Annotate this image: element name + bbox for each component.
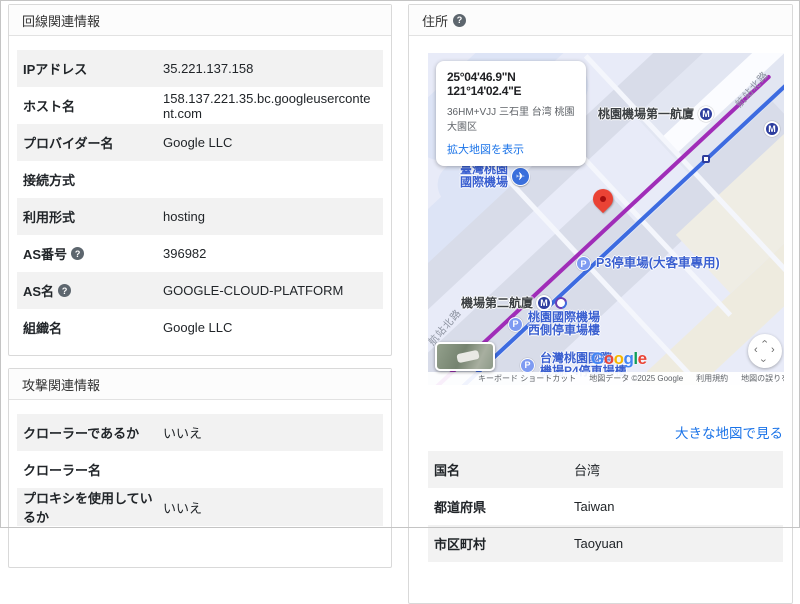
arrow-right-icon: › [771, 345, 775, 356]
table-row: 利用形式 hosting [17, 198, 383, 235]
poi-label: 臺灣桃園 國際機場 [460, 163, 508, 189]
satellite-view-thumbnail[interactable] [435, 342, 495, 371]
row-label: 市区町村 [428, 534, 574, 553]
line-info-header: 回線関連情報 [9, 5, 391, 36]
terms-link[interactable]: 利用規約 [696, 373, 728, 384]
map-data-text: 地図データ ©2025 Google [589, 373, 683, 384]
table-row: クローラーであるか いいえ [17, 414, 383, 451]
row-label: 国名 [428, 460, 574, 479]
table-row: ホスト名 158.137.221.35.bc.googleusercontent… [17, 87, 383, 124]
map-poi-terminal2: 機場第二航廈 M [461, 294, 567, 311]
row-value: Taoyuan [574, 536, 783, 551]
table-row: IPアドレス 35.221.137.158 [17, 50, 383, 87]
poi-label: 機場第二航廈 [461, 294, 533, 311]
large-map-link[interactable]: 大きな地図で見る [409, 422, 783, 442]
poi-label: 桃園國際機場 西側停車場樓 [528, 311, 600, 337]
row-value: 158.137.221.35.bc.googleusercontent.com [163, 91, 383, 121]
help-icon[interactable]: ? [453, 14, 466, 27]
metro-station-icon: M [698, 106, 714, 122]
row-label: プロバイダー名 [17, 133, 163, 152]
row-value: いいえ [163, 498, 383, 517]
table-row: 市区町村 Taoyuan [428, 525, 783, 562]
airport-icon: ✈ [511, 167, 530, 186]
row-label: AS番号? [17, 244, 163, 263]
row-label: IPアドレス [17, 59, 163, 78]
station-marker-icon [702, 155, 710, 163]
table-row: プロバイダー名 Google LLC [17, 124, 383, 161]
row-label: 利用形式 [17, 207, 163, 226]
row-label: 接続方式 [17, 170, 163, 189]
coordinates-text: 25°04'46.9"N 121°14'02.4"E [447, 70, 575, 98]
row-label: 都道府県 [428, 497, 574, 516]
arrow-down-icon: ‹ [758, 359, 769, 363]
table-row: 都道府県 Taiwan [428, 488, 783, 525]
row-label: AS名? [17, 281, 163, 300]
metro-station-icon: M [764, 121, 780, 137]
airport-mrt-icon [553, 294, 569, 310]
table-row: 組織名 Google LLC [17, 309, 383, 346]
row-value: 35.221.137.158 [163, 61, 383, 76]
table-row: AS番号? 396982 [17, 235, 383, 272]
metro-station-icon: M [536, 295, 552, 311]
poi-label: P3停車場(大客車專用) [596, 257, 720, 270]
map-poi-west-parking: P 桃園國際機場 西側停車場樓 [508, 311, 600, 337]
row-value: いいえ [163, 423, 383, 442]
parking-icon: P [508, 317, 523, 332]
attack-info-card: 攻撃関連情報 クローラーであるか いいえ クローラー名 プロキシを使用しているか… [8, 368, 392, 568]
row-value: hosting [163, 209, 383, 224]
table-row: AS名? GOOGLE-CLOUD-PLATFORM [17, 272, 383, 309]
line-info-body: IPアドレス 35.221.137.158 ホスト名 158.137.221.3… [9, 36, 391, 346]
row-label: 組織名 [17, 318, 163, 337]
table-row: プロキシを使用しているか いいえ [17, 488, 383, 526]
table-row: 国名 台湾 [428, 451, 783, 488]
google-map-embed[interactable]: 航站北路 航站北路 桃園機場第一航廈 M M 臺灣桃園 國際機場 ✈ P P3停… [428, 53, 784, 385]
address-card: 住所 ? 航站北路 航站北路 桃園機場第一航廈 M M [408, 4, 793, 604]
arrow-up-icon: ‹ [758, 340, 769, 344]
row-value: Google LLC [163, 320, 383, 335]
keyboard-shortcuts-link[interactable]: キーボード ショートカット [478, 373, 576, 384]
row-label: プロキシを使用しているか [17, 488, 163, 526]
line-info-card: 回線関連情報 IPアドレス 35.221.137.158 ホスト名 158.13… [8, 4, 392, 356]
google-logo: Google [591, 349, 647, 369]
expand-map-link[interactable]: 拡大地図を表示 [447, 141, 575, 157]
map-poi-p3-parking: P P3停車場(大客車專用) [576, 256, 720, 271]
attack-info-header: 攻撃関連情報 [9, 369, 391, 400]
report-error-link[interactable]: 地図の誤りを報告する [741, 373, 784, 384]
map-poi-airport: 臺灣桃園 國際機場 ✈ [460, 163, 530, 189]
row-value: Taiwan [574, 499, 783, 514]
address-title: 住所 [422, 11, 448, 30]
arrow-left-icon: ‹ [754, 345, 758, 356]
fullscreen-button[interactable]: ‹ ‹ ‹ › [748, 334, 782, 368]
table-row: 接続方式 [17, 161, 383, 198]
attack-info-body: クローラーであるか いいえ クローラー名 プロキシを使用しているか いいえ [9, 400, 391, 526]
poi-label: 桃園機場第一航廈 [598, 105, 694, 122]
row-label: クローラー名 [17, 460, 163, 479]
row-value: GOOGLE-CLOUD-PLATFORM [163, 283, 383, 298]
parking-icon: P [520, 358, 535, 373]
address-table: 国名 台湾 都道府県 Taiwan 市区町村 Taoyuan [428, 451, 783, 562]
line-info-title: 回線関連情報 [22, 11, 100, 30]
address-header: 住所 ? [409, 5, 792, 36]
row-label: クローラーであるか [17, 423, 163, 442]
row-value: 396982 [163, 246, 383, 261]
help-icon[interactable]: ? [71, 247, 84, 260]
help-icon[interactable]: ? [58, 284, 71, 297]
plus-code-text: 36HM+VJJ 三石里 台湾 桃園 大園区 [447, 103, 575, 133]
table-row: クローラー名 [17, 451, 383, 488]
attack-info-title: 攻撃関連情報 [22, 375, 100, 394]
parking-icon: P [576, 256, 591, 271]
map-info-window: 25°04'46.9"N 121°14'02.4"E 36HM+VJJ 三石里 … [436, 61, 586, 166]
row-value: Google LLC [163, 135, 383, 150]
map-attribution-bar: キーボード ショートカット 地図データ ©2025 Google 利用規約 地図… [428, 372, 784, 385]
map-poi-terminal1: 桃園機場第一航廈 M [598, 105, 714, 122]
row-label: ホスト名 [17, 96, 163, 115]
row-value: 台湾 [574, 460, 783, 479]
